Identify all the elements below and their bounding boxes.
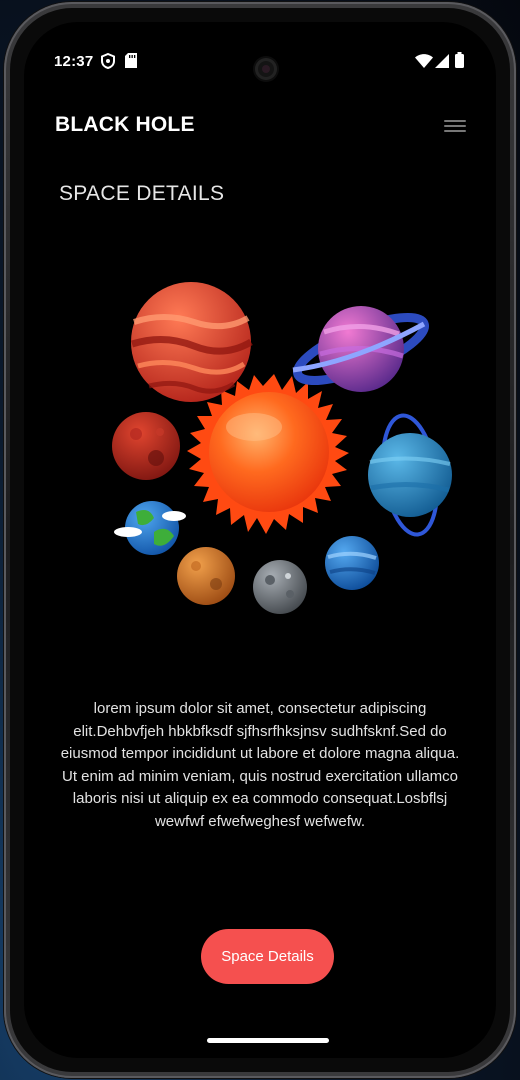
solar-system-illustration xyxy=(112,282,452,614)
neptune-icon xyxy=(325,536,379,590)
status-time: 12:37 xyxy=(54,53,94,70)
phone-bezel: 12:37 BLACK HOLE SPACE DETAILS lorem ips… xyxy=(10,8,510,1072)
space-details-button[interactable]: Space Details xyxy=(201,929,334,984)
page-title: SPACE DETAILS xyxy=(59,182,225,205)
jupiter-icon xyxy=(130,282,253,402)
cellular-signal-icon xyxy=(435,54,449,68)
wifi-icon xyxy=(415,54,433,68)
home-indicator[interactable] xyxy=(207,1038,329,1043)
moon-icon xyxy=(253,560,307,614)
app-brand-title: BLACK HOLE xyxy=(55,113,195,136)
mars-icon xyxy=(112,412,180,480)
shield-icon xyxy=(101,53,115,69)
sd-card-icon xyxy=(125,53,137,68)
saturn-icon xyxy=(292,306,429,392)
front-camera xyxy=(255,58,277,80)
app-screen: 12:37 BLACK HOLE SPACE DETAILS lorem ips… xyxy=(24,22,496,1058)
earth-icon xyxy=(114,501,186,555)
app-bar: BLACK HOLE xyxy=(24,107,496,147)
phone-frame: 12:37 BLACK HOLE SPACE DETAILS lorem ips… xyxy=(4,2,516,1078)
space-description: lorem ipsum dolor sit amet, consectetur … xyxy=(60,700,460,830)
hamburger-menu-icon[interactable] xyxy=(444,117,466,135)
uranus-icon xyxy=(368,413,452,537)
battery-icon xyxy=(455,52,464,68)
venus-icon xyxy=(177,547,235,605)
